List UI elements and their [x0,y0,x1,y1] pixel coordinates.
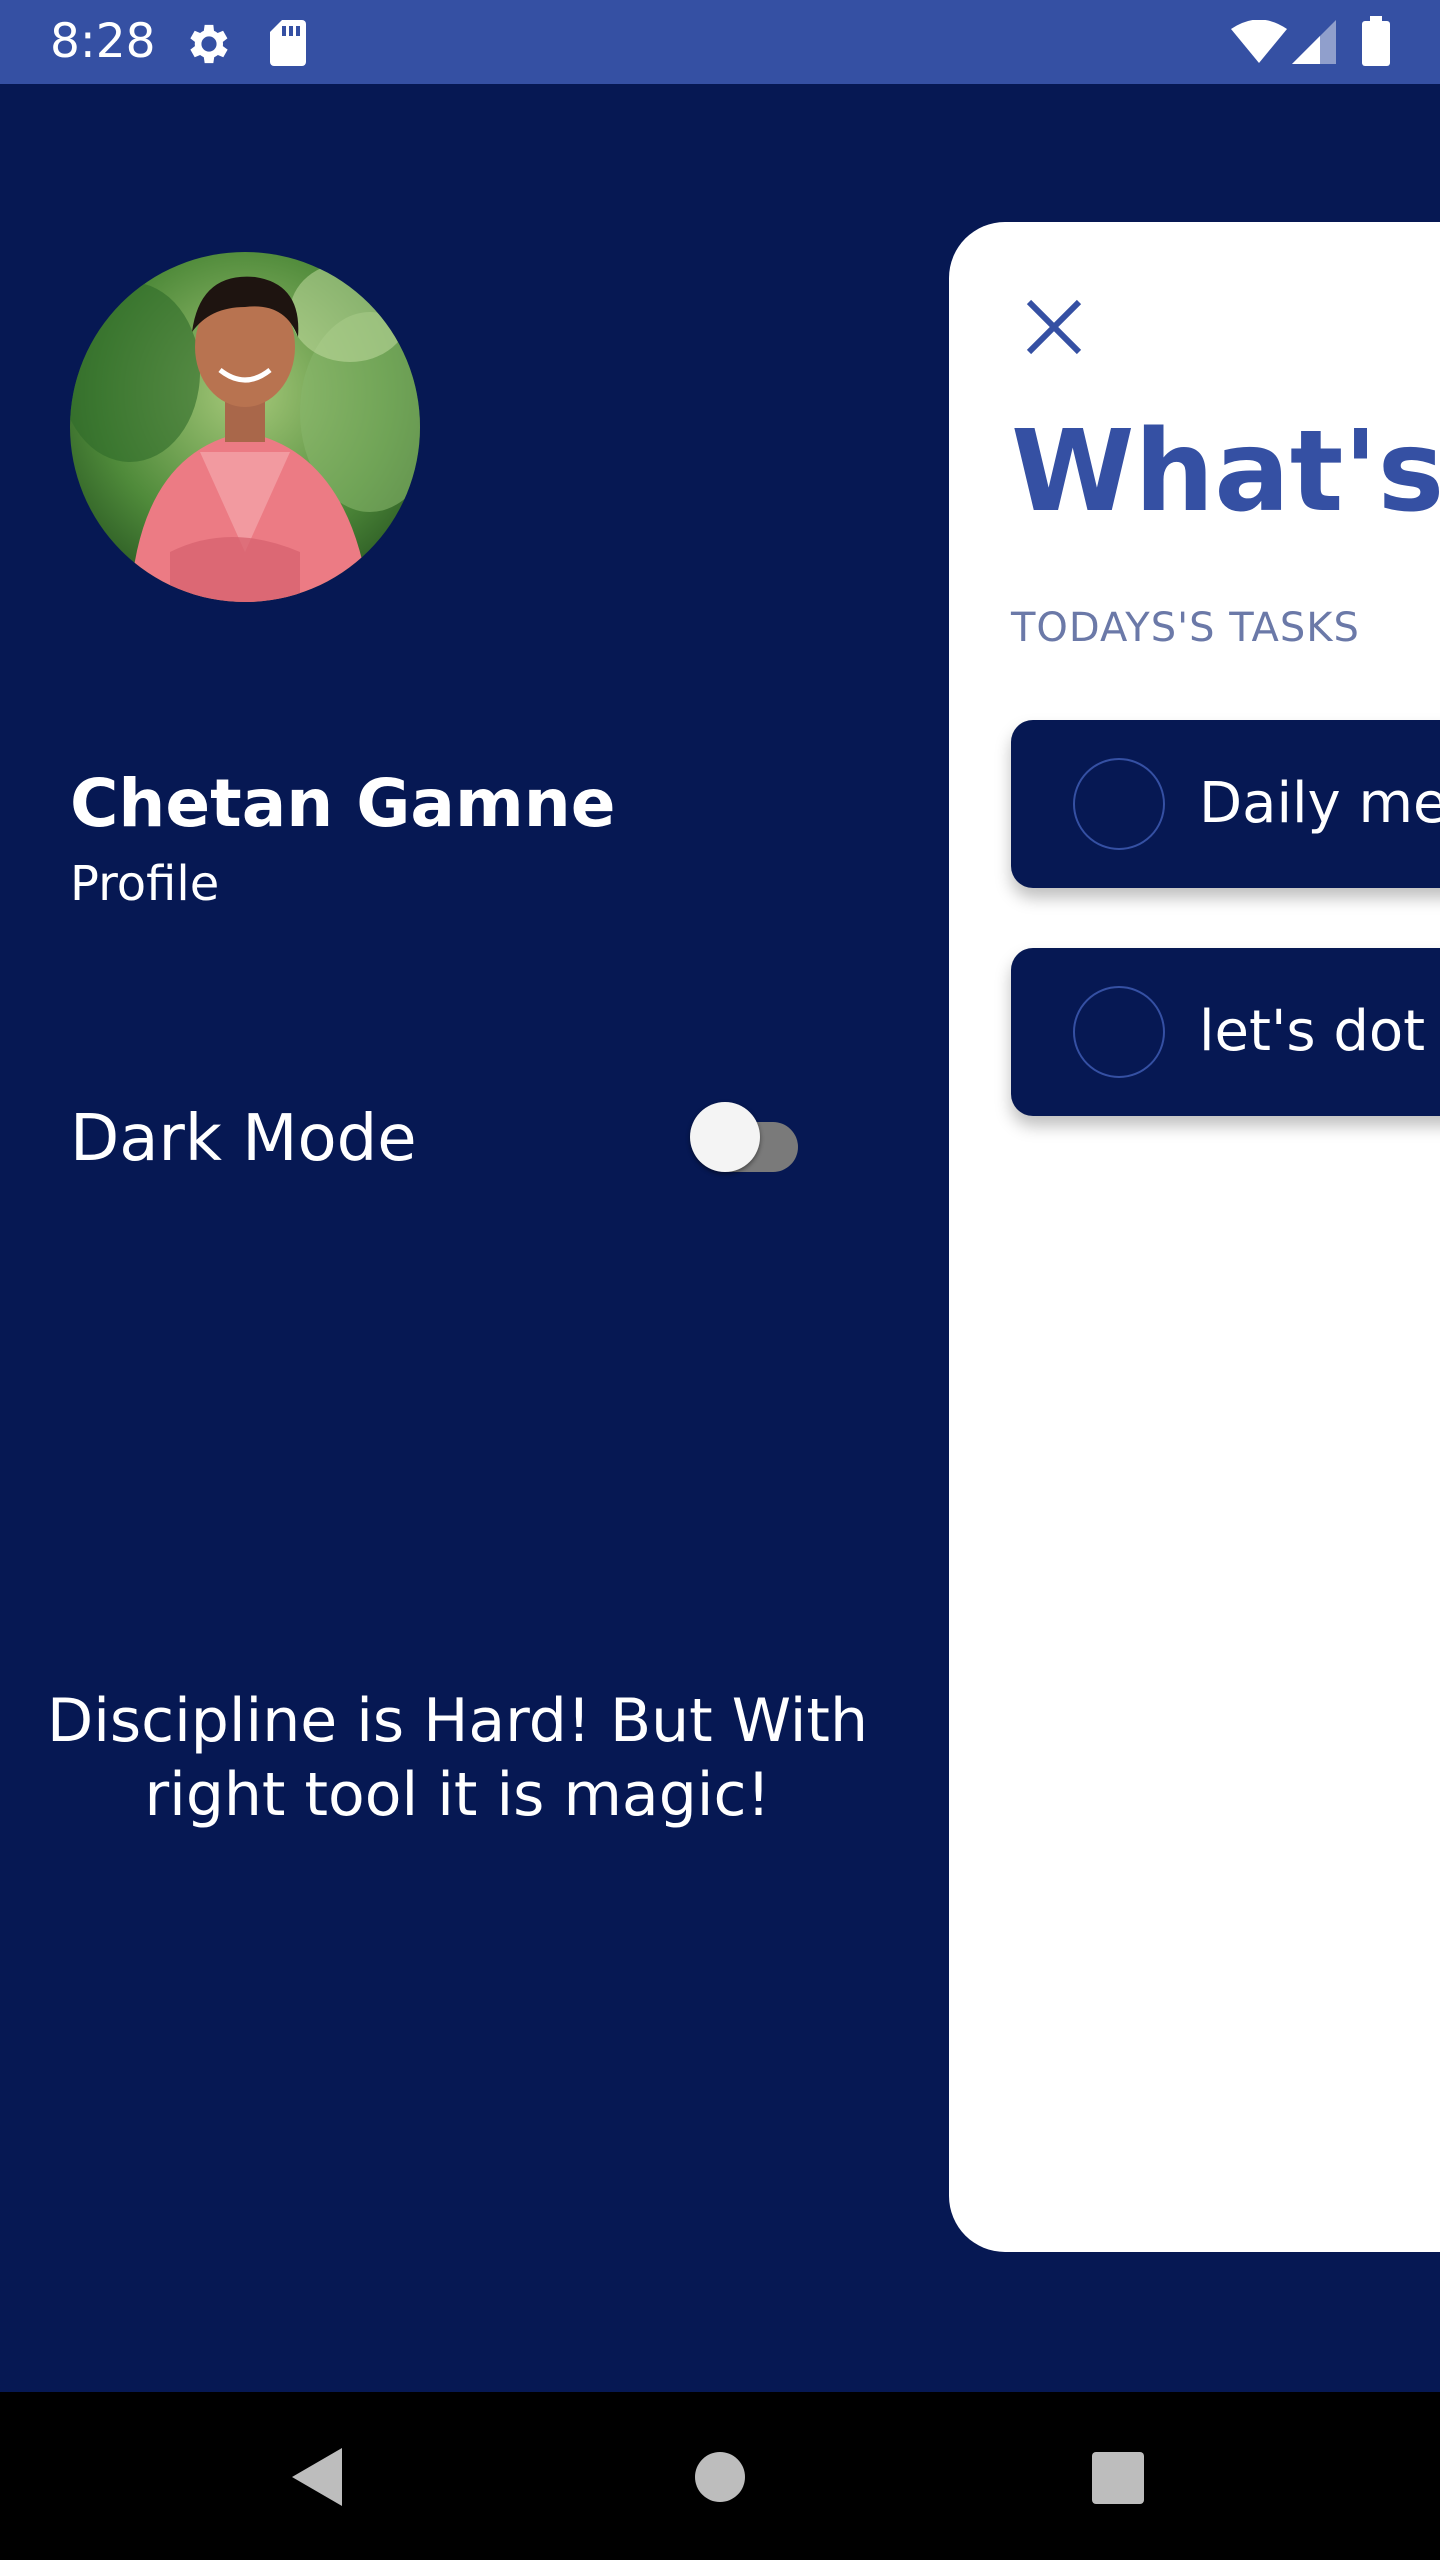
page-title: What's up [1011,407,1440,537]
profile-link[interactable]: Profile [70,854,219,914]
motivational-quote: Discipline is Hard! But With right tool … [47,1686,868,1830]
task-item[interactable]: Daily meet [1011,720,1440,888]
section-label: TODAYS'S TASKS [1011,605,1360,651]
home-icon[interactable] [694,2451,746,2503]
task-item[interactable]: let's dot se [1011,948,1440,1116]
navigation-drawer: Chetan Gamne Profile Dark Mode Disciplin… [0,84,950,2392]
dark-mode-label: Dark Mode [70,1102,417,1176]
main-content-card[interactable]: What's up TODAYS'S TASKS Daily meet let'… [949,222,1440,2252]
task-text: Daily meet [1199,771,1440,836]
profile-photo [70,252,420,602]
close-icon[interactable] [1019,292,1089,362]
status-time: 8:28 [50,14,156,69]
task-checkbox[interactable] [1073,758,1165,850]
signal-icon [1292,20,1336,64]
toggle-thumb [690,1102,760,1172]
wifi-icon [1231,20,1287,63]
profile-name: Chetan Gamne [70,765,616,842]
sd-card-icon [270,20,306,66]
back-icon[interactable] [290,2446,344,2508]
battery-icon [1362,16,1390,66]
dark-mode-toggle[interactable] [690,1100,810,1174]
task-text: let's dot se [1199,999,1440,1064]
status-bar: 8:28 [0,0,1440,84]
recents-icon[interactable] [1092,2452,1144,2504]
gear-icon [190,24,228,64]
task-checkbox[interactable] [1073,986,1165,1078]
system-nav-bar [0,2392,1440,2560]
avatar[interactable] [70,252,420,602]
